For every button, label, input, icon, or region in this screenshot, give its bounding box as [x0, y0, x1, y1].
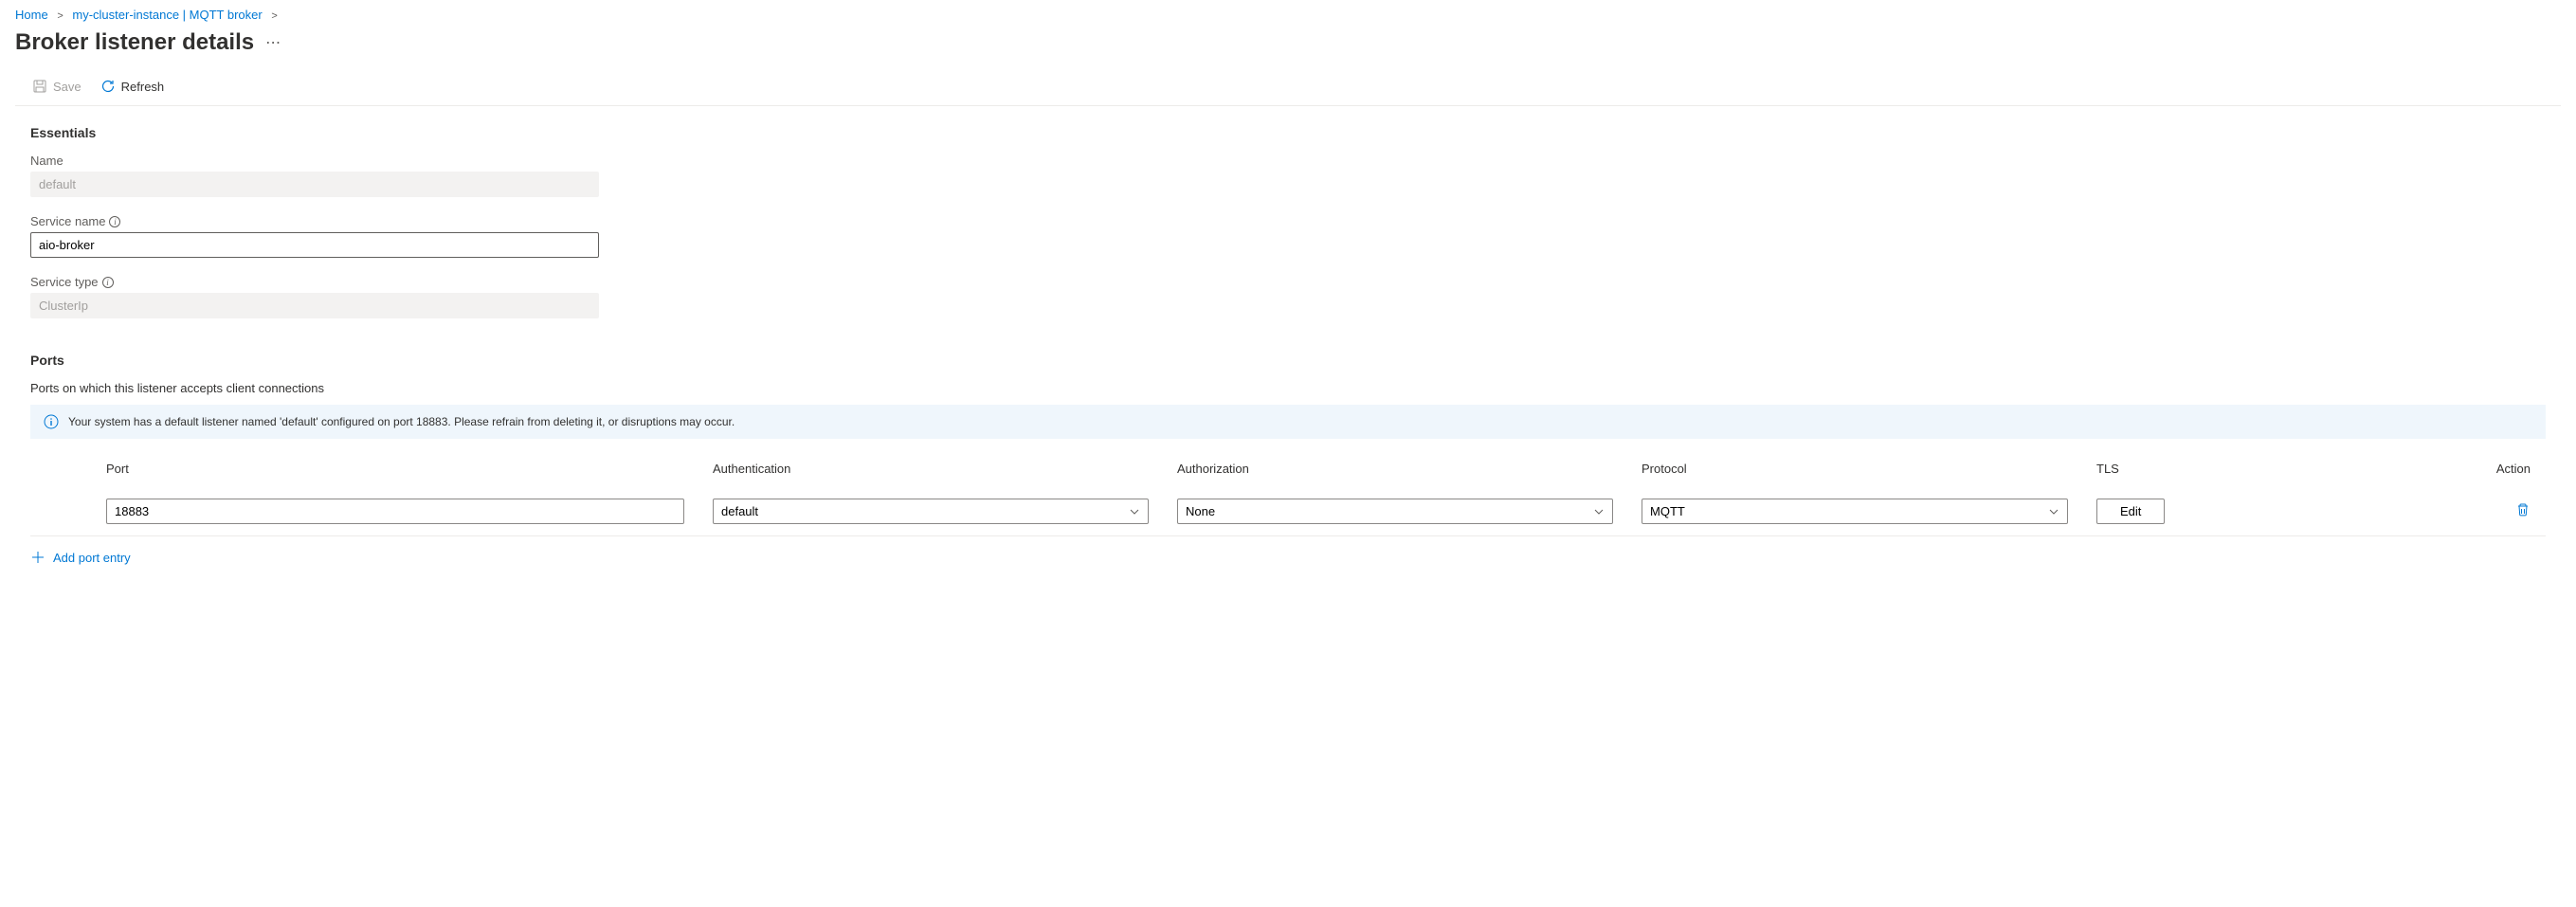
refresh-icon	[100, 79, 116, 94]
save-button[interactable]: Save	[30, 75, 83, 98]
refresh-button[interactable]: Refresh	[99, 75, 167, 98]
add-port-entry-button[interactable]: Add port entry	[30, 536, 131, 578]
add-port-label: Add port entry	[53, 551, 131, 565]
service-name-label: Service name i	[30, 214, 2546, 228]
ports-description: Ports on which this listener accepts cli…	[30, 381, 2546, 395]
service-type-label: Service type i	[30, 275, 2546, 289]
ports-table: Port Authentication Authorization Protoc…	[30, 462, 2546, 578]
delete-button[interactable]	[2515, 502, 2531, 517]
service-name-label-text: Service name	[30, 214, 105, 228]
trash-icon	[2515, 502, 2531, 517]
info-icon[interactable]: i	[109, 216, 120, 227]
col-header-action: Action	[2476, 462, 2546, 476]
save-icon	[32, 79, 47, 94]
page-title: Broker listener details	[15, 29, 254, 56]
chevron-right-icon: >	[57, 10, 63, 22]
field-service-type: Service type i	[30, 275, 2546, 318]
col-header-proto: Protocol	[1642, 462, 2096, 476]
port-input[interactable]	[106, 499, 684, 524]
name-label: Name	[30, 154, 2546, 168]
info-icon[interactable]: i	[102, 277, 114, 288]
authorization-select[interactable]: None	[1177, 499, 1613, 524]
authentication-select[interactable]: default	[713, 499, 1149, 524]
protocol-select[interactable]: MQTT	[1642, 499, 2068, 524]
refresh-label: Refresh	[121, 80, 165, 94]
tls-edit-button[interactable]: Edit	[2096, 499, 2165, 524]
plus-icon	[30, 550, 45, 565]
save-label: Save	[53, 80, 82, 94]
info-banner-text: Your system has a default listener named…	[68, 415, 735, 428]
col-header-tls: TLS	[2096, 462, 2476, 476]
ports-table-header: Port Authentication Authorization Protoc…	[30, 462, 2546, 487]
service-type-label-text: Service type	[30, 275, 99, 289]
col-header-auth: Authentication	[713, 462, 1177, 476]
service-name-input[interactable]	[30, 232, 599, 258]
content-area: Essentials Name Service name i Service t…	[0, 106, 2576, 597]
field-name: Name	[30, 154, 2546, 197]
table-row: default None MQTT Edit	[30, 487, 2546, 536]
breadcrumb-link-cluster[interactable]: my-cluster-instance | MQTT broker	[72, 8, 262, 22]
toolbar: Save Refresh	[15, 67, 2561, 106]
col-header-authz: Authorization	[1177, 462, 1642, 476]
essentials-title: Essentials	[30, 125, 2546, 140]
chevron-right-icon: >	[271, 10, 277, 22]
breadcrumb: Home > my-cluster-instance | MQTT broker…	[0, 0, 2576, 26]
more-icon[interactable]: ⋯	[265, 33, 281, 52]
page-header: Broker listener details ⋯	[0, 26, 2576, 67]
service-type-input	[30, 293, 599, 318]
info-banner: Your system has a default listener named…	[30, 405, 2546, 439]
breadcrumb-link-home[interactable]: Home	[15, 8, 48, 22]
field-service-name: Service name i	[30, 214, 2546, 258]
ports-title: Ports	[30, 353, 2546, 368]
name-input	[30, 172, 599, 197]
info-icon	[44, 414, 59, 429]
col-header-port: Port	[106, 462, 713, 476]
